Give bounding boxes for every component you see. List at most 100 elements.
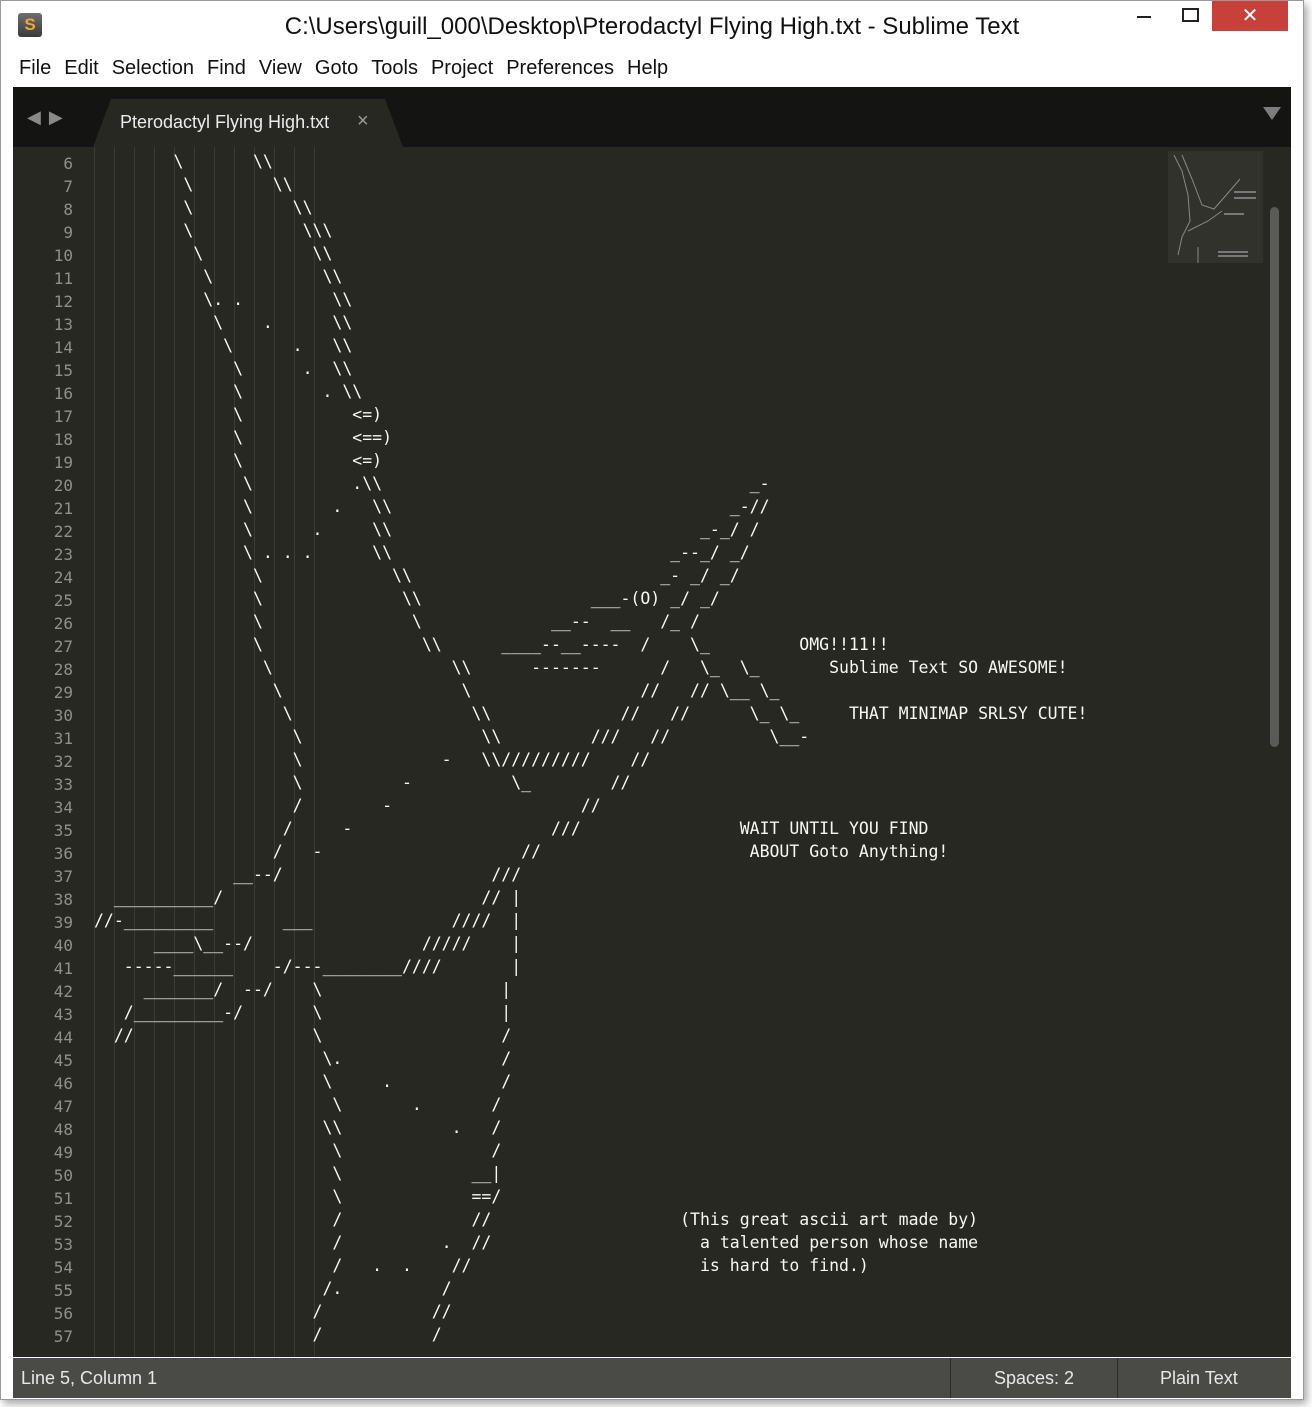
tab-menu-chevron-down-icon[interactable] <box>1263 107 1281 120</box>
code-line[interactable]: \ \\ <box>94 198 312 221</box>
line-number: 36 <box>53 844 73 863</box>
maximize-button[interactable] <box>1167 1 1213 31</box>
code-line[interactable]: \ \\\ <box>94 221 332 244</box>
code-line[interactable]: // \ / <box>94 1026 511 1049</box>
line-number: 37 <box>53 867 73 886</box>
line-number: 31 <box>53 729 73 748</box>
code-line[interactable]: / - /// WAIT UNTIL YOU FIND <box>94 819 929 842</box>
line-number: 20 <box>53 476 73 495</box>
code-line[interactable]: \\ . / <box>94 1118 501 1141</box>
line-number: 48 <box>53 1120 73 1139</box>
syntax-selector[interactable]: Plain Text <box>1160 1368 1238 1389</box>
window-title: C:\Users\guill_000\Desktop\Pterodactyl F… <box>284 13 1020 40</box>
code-line[interactable]: //-_________ ___ //// | <box>94 911 521 934</box>
code-line[interactable]: \ \\ <box>94 152 272 175</box>
code-line[interactable]: \ ==/ <box>94 1187 501 1210</box>
code-line[interactable]: \ . \\ _-// <box>94 497 770 520</box>
code-line[interactable]: \ __| <box>94 1164 501 1187</box>
tab-pterodactyl-file[interactable]: Pterodactyl Flying High.txt × <box>93 99 403 147</box>
code-line[interactable]: \. . \\ <box>94 290 352 313</box>
code-line[interactable]: \ / <box>94 1141 501 1164</box>
code-line[interactable]: / . . // is hard to find.) <box>94 1256 868 1279</box>
line-number: 16 <box>53 384 73 403</box>
arrow-right-icon[interactable]: ▶ <box>49 107 71 127</box>
status-divider <box>950 1358 951 1398</box>
menu-find[interactable]: Find <box>199 53 251 87</box>
line-number: 24 <box>53 568 73 587</box>
scrollbar-thumb[interactable] <box>1270 207 1279 747</box>
code-line[interactable]: __--/ /// <box>94 865 521 888</box>
code-line[interactable]: \ . / <box>94 1072 511 1095</box>
code-line[interactable]: \ <=) <box>94 451 382 474</box>
line-number: 55 <box>53 1281 73 1300</box>
code-line[interactable]: ____\__--/ ///// | <box>94 934 522 957</box>
code-line[interactable]: \ \\ <box>94 267 342 290</box>
code-line[interactable]: / // (This great ascii art made by) <box>94 1210 978 1233</box>
menu-view[interactable]: View <box>251 53 307 87</box>
menu-edit[interactable]: Edit <box>56 53 103 87</box>
code-line[interactable]: \ - \\///////// // <box>94 750 651 773</box>
code-line[interactable]: \ . . . \\ _--_/ _/ <box>94 543 750 566</box>
code-line[interactable]: \ \\ // // \_ \_ THAT MINIMAP SRLSY CUTE… <box>94 704 1088 727</box>
menu-file[interactable]: File <box>11 53 56 87</box>
indentation-setting[interactable]: Spaces: 2 <box>994 1368 1074 1389</box>
code-line[interactable]: \ \\ _- _/ _/ <box>94 566 740 589</box>
menu-preferences[interactable]: Preferences <box>498 53 619 87</box>
close-window-button[interactable]: ✕ <box>1212 1 1288 31</box>
line-number: 9 <box>63 223 73 242</box>
code-line[interactable]: \ \\ ------- / \_ \_ Sublime Text SO AWE… <box>94 658 1068 681</box>
menu-project[interactable]: Project <box>423 53 498 87</box>
code-line[interactable]: / // <box>94 1302 452 1325</box>
code-line[interactable]: \ . \\ <box>94 359 352 382</box>
line-number: 49 <box>53 1143 73 1162</box>
code-line[interactable]: /_________-/ \ | <box>94 1003 511 1026</box>
code-line[interactable]: \ \ // // \__ \_ <box>94 681 780 704</box>
code-line[interactable]: \ .\\ _- <box>94 474 770 497</box>
code-line[interactable]: \ \\ ___-(O) _/ _/ <box>94 589 720 612</box>
code-line[interactable]: \ \\ ____--__---- / \_ OMG!!11!! <box>94 635 889 658</box>
code-line[interactable]: /. / <box>94 1279 451 1302</box>
code-line[interactable]: / . // a talented person whose name <box>94 1233 978 1256</box>
tab-nav-arrows[interactable]: ◀▶ <box>27 107 71 128</box>
code-line[interactable]: \ . \\ <box>94 382 362 405</box>
code-line[interactable]: -----______ -/---________//// | <box>94 957 521 980</box>
code-line[interactable]: \ . \\ _-_/ / <box>94 520 760 543</box>
line-number: 47 <box>53 1097 73 1116</box>
menu-tools[interactable]: Tools <box>363 53 423 87</box>
cursor-position[interactable]: Line 5, Column 1 <box>21 1368 157 1389</box>
code-line[interactable]: \ <=) <box>94 405 382 428</box>
vertical-scrollbar[interactable] <box>1267 207 1281 747</box>
code-line[interactable]: \ . \\ <box>94 336 352 359</box>
line-number: 18 <box>53 430 73 449</box>
line-number: 51 <box>53 1189 73 1208</box>
code-line[interactable]: \ \ __-- __ /_ / <box>94 612 700 635</box>
line-number-gutter: 6 7 8 9 10 11 12 13 14 15 16 17 18 19 20 21 22 23 24 25 26 27… <box>13 147 73 1357</box>
code-line[interactable]: \ - \_ // <box>94 773 631 796</box>
code-line[interactable]: __________/ // | <box>94 888 521 911</box>
code-line[interactable]: \ <==) <box>94 428 392 451</box>
tab-close-icon[interactable]: × <box>357 110 369 133</box>
menu-selection[interactable]: Selection <box>104 53 199 87</box>
line-number: 56 <box>53 1304 73 1323</box>
line-number: 42 <box>53 982 73 1001</box>
code-line[interactable]: / - // ABOUT Goto Anything! <box>94 842 949 865</box>
line-number: 38 <box>53 890 73 909</box>
code-line[interactable]: \ \\ <box>94 244 332 267</box>
minimap[interactable] <box>1168 151 1263 263</box>
status-divider <box>1117 1358 1118 1398</box>
menu-goto[interactable]: Goto <box>307 53 363 87</box>
minimize-button[interactable] <box>1121 1 1167 31</box>
code-line[interactable]: / - // <box>94 796 601 819</box>
code-line[interactable]: _______/ --/ \ | <box>94 980 512 1003</box>
text-editor[interactable]: \ \\ \ \\ \ \\ \ \\\ \ \\ \ \\ \. . \\ \… <box>94 147 1164 1357</box>
code-line[interactable]: \ \\ /// // \__- <box>94 727 810 750</box>
code-line[interactable]: \ \\ <box>94 175 292 198</box>
code-line[interactable]: \ . \\ <box>94 313 352 336</box>
code-line[interactable]: \. / <box>94 1049 511 1072</box>
tab-label: Pterodactyl Flying High.txt <box>120 112 330 132</box>
code-line[interactable]: \ . / <box>94 1095 501 1118</box>
menu-help[interactable]: Help <box>619 53 673 87</box>
arrow-left-icon[interactable]: ◀ <box>27 107 49 127</box>
code-line[interactable]: / / <box>94 1325 442 1348</box>
minimap-preview-icon <box>1173 154 1256 263</box>
